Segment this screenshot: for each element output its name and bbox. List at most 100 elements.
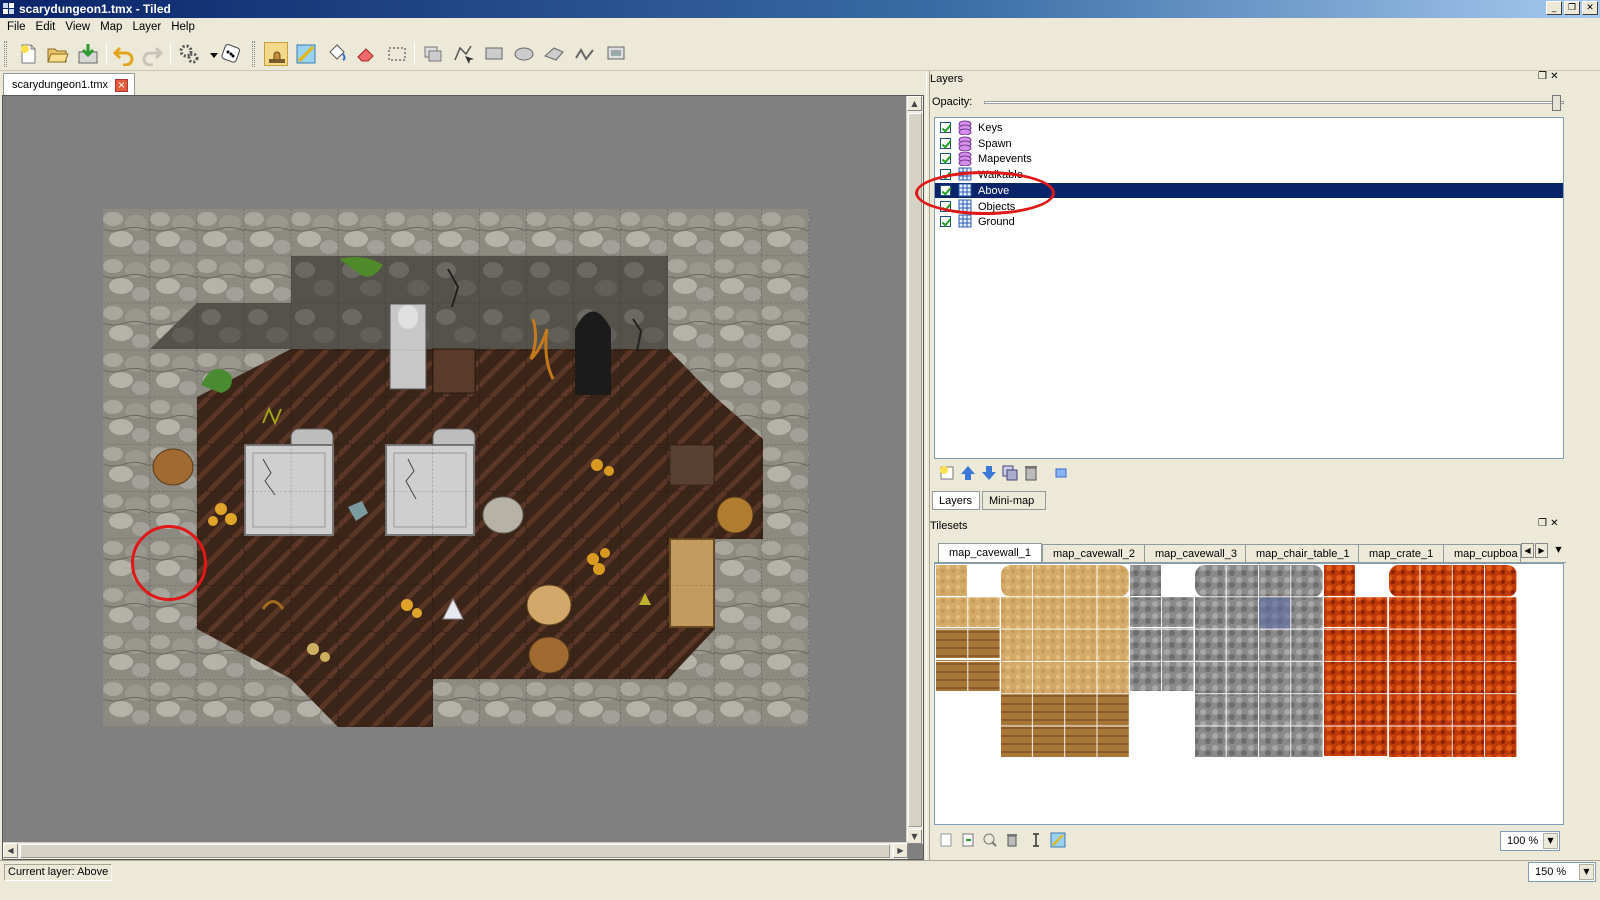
new-tileset-icon[interactable] xyxy=(938,832,954,848)
stamp-brush-icon[interactable] xyxy=(264,42,288,66)
tileset-tab-map-cavewall-1[interactable]: map_cavewall_1 xyxy=(938,543,1042,562)
rectangular-select-icon[interactable] xyxy=(385,42,409,66)
undo-icon[interactable] xyxy=(112,42,136,67)
layer-row-ground[interactable]: Ground xyxy=(935,214,1563,229)
opacity-slider[interactable] xyxy=(984,95,1564,111)
select-objects-icon[interactable] xyxy=(421,42,445,66)
menu-file[interactable]: File xyxy=(2,18,31,37)
tileset-tabs-scroll-left-icon[interactable]: ◀ xyxy=(1521,543,1534,558)
tileset-menu-arrow-icon[interactable]: ▼ xyxy=(1552,543,1565,558)
terrain-brush-icon[interactable] xyxy=(294,42,318,66)
layer-list: Keys Spawn Mapevents Walkable Above Objects Gr… xyxy=(934,117,1564,459)
menu-edit[interactable]: Edit xyxy=(31,18,61,37)
delete-tileset-icon[interactable] xyxy=(1004,832,1020,848)
tileset-tools-bar: 100 % ▼ xyxy=(934,828,1564,854)
raise-layer-icon[interactable] xyxy=(959,464,977,482)
export-tileset-icon[interactable] xyxy=(982,832,998,848)
document-tabs: scarydungeon1.tmx × xyxy=(0,71,940,95)
tileset-image[interactable] xyxy=(935,564,1564,825)
layers-dock-float-close-icons[interactable]: ❐ ✕ xyxy=(1538,71,1559,82)
tileset-tab-map-cupboard[interactable]: map_cupboa xyxy=(1443,544,1521,562)
command-dropdown-icon[interactable] xyxy=(202,42,218,66)
object-layer-icon xyxy=(958,151,972,167)
tab-layers[interactable]: Layers xyxy=(932,491,980,510)
vertical-scroll-thumb[interactable] xyxy=(908,113,922,827)
insert-rectangle-icon[interactable] xyxy=(482,42,506,66)
layer-name-label: Spawn xyxy=(978,137,1012,150)
object-layer-icon xyxy=(958,120,972,135)
menu-view[interactable]: View xyxy=(60,18,95,37)
opacity-slider-handle[interactable] xyxy=(1552,95,1561,111)
new-file-icon[interactable] xyxy=(16,42,40,66)
tileset-tab-map-chair-table-1[interactable]: map_chair_table_1 xyxy=(1245,544,1361,562)
toggle-layer-visibility-icon[interactable] xyxy=(1052,464,1070,482)
import-tileset-icon[interactable] xyxy=(960,832,976,848)
redo-icon[interactable] xyxy=(140,42,164,67)
restore-button[interactable]: ❐ xyxy=(1564,1,1580,15)
tileset-view[interactable] xyxy=(934,563,1564,825)
map-zoom-dropdown-icon[interactable]: ▼ xyxy=(1579,864,1594,880)
lower-layer-icon[interactable] xyxy=(980,464,998,482)
save-file-icon[interactable] xyxy=(76,42,100,66)
layer-visibility-checkbox[interactable] xyxy=(940,137,951,149)
layer-visibility-checkbox[interactable] xyxy=(940,153,951,165)
layer-visibility-checkbox[interactable] xyxy=(940,216,951,228)
eraser-icon[interactable] xyxy=(354,42,378,66)
tileset-zoom-dropdown-icon[interactable]: ▼ xyxy=(1543,833,1558,849)
edit-tileset-properties-icon[interactable] xyxy=(1028,832,1044,848)
tilesets-dock-title: Tilesets xyxy=(930,520,968,532)
toolbar-grip[interactable] xyxy=(4,41,7,67)
current-layer-status: Current layer: Above xyxy=(4,864,113,881)
random-dice-icon[interactable] xyxy=(219,42,243,66)
menu-layer[interactable]: Layer xyxy=(127,18,166,37)
scroll-right-arrow-icon[interactable]: ▶ xyxy=(893,843,908,858)
tilesets-dock-float-close-icons[interactable]: ❐ ✕ xyxy=(1538,518,1559,529)
scroll-left-arrow-icon[interactable]: ◀ xyxy=(3,843,18,858)
tileset-tab-map-cavewall-3[interactable]: map_cavewall_3 xyxy=(1144,544,1248,562)
menu-map[interactable]: Map xyxy=(95,18,127,37)
status-bar: Current layer: Above 150 % ▼ xyxy=(0,860,1600,882)
layer-row-spawn[interactable]: Spawn xyxy=(935,136,1563,151)
tileset-tab-map-cavewall-2[interactable]: map_cavewall_2 xyxy=(1042,544,1146,562)
map-zoom-value: 150 % xyxy=(1535,866,1567,878)
tab-mini-map[interactable]: Mini-map xyxy=(982,491,1046,510)
close-window-button[interactable]: ✕ xyxy=(1582,1,1598,15)
document-tab[interactable]: scarydungeon1.tmx × xyxy=(3,73,135,95)
document-tab-label: scarydungeon1.tmx xyxy=(12,79,108,91)
edit-polygons-icon[interactable] xyxy=(451,42,475,66)
tileset-tab-map-crate-1[interactable]: map_crate_1 xyxy=(1358,544,1445,562)
layer-row-keys[interactable]: Keys xyxy=(935,120,1563,135)
add-layer-icon[interactable] xyxy=(938,464,956,482)
insert-polyline-icon[interactable] xyxy=(573,42,597,66)
open-file-icon[interactable] xyxy=(45,42,69,66)
bucket-fill-icon[interactable] xyxy=(324,42,348,66)
dungeon-map-canvas[interactable] xyxy=(103,209,809,727)
map-vertical-scrollbar[interactable]: ▲ ▼ xyxy=(906,96,923,844)
object-layer-icon xyxy=(958,136,972,151)
horizontal-scroll-thumb[interactable] xyxy=(20,844,890,858)
scroll-up-arrow-icon[interactable]: ▲ xyxy=(907,96,922,111)
map-zoom-select[interactable]: 150 % ▼ xyxy=(1528,862,1596,882)
map-viewport[interactable]: ▲ ▼ ◀ ▶ xyxy=(2,95,924,860)
layer-visibility-checkbox[interactable] xyxy=(940,122,951,133)
layer-row-mapevents[interactable]: Mapevents xyxy=(935,151,1563,167)
map-horizontal-scrollbar[interactable]: ◀ ▶ xyxy=(3,842,908,859)
menu-help[interactable]: Help xyxy=(166,18,200,37)
delete-layer-icon[interactable] xyxy=(1022,464,1040,482)
tileset-zoom-select[interactable]: 100 % ▼ xyxy=(1500,831,1560,851)
scroll-down-arrow-icon[interactable]: ▼ xyxy=(907,829,922,844)
opacity-label: Opacity: xyxy=(932,96,973,108)
insert-ellipse-icon[interactable] xyxy=(512,42,536,66)
layer-name-label: Keys xyxy=(978,122,1003,134)
insert-polygon-icon[interactable] xyxy=(542,42,566,66)
duplicate-layer-icon[interactable] xyxy=(1001,464,1019,482)
minimize-button[interactable]: _ xyxy=(1546,1,1562,15)
close-tab-icon[interactable]: × xyxy=(115,79,128,92)
tileset-tabs-scroll-right-icon[interactable]: ▶ xyxy=(1535,543,1548,558)
command-gears-icon[interactable] xyxy=(177,42,201,66)
menu-bar: File Edit View Map Layer Help xyxy=(0,18,1600,37)
tile-layer-icon xyxy=(958,214,972,228)
edit-terrain-icon[interactable] xyxy=(1050,832,1066,848)
insert-tile-icon[interactable] xyxy=(604,42,628,66)
toolbar-grip-2 xyxy=(252,41,255,67)
